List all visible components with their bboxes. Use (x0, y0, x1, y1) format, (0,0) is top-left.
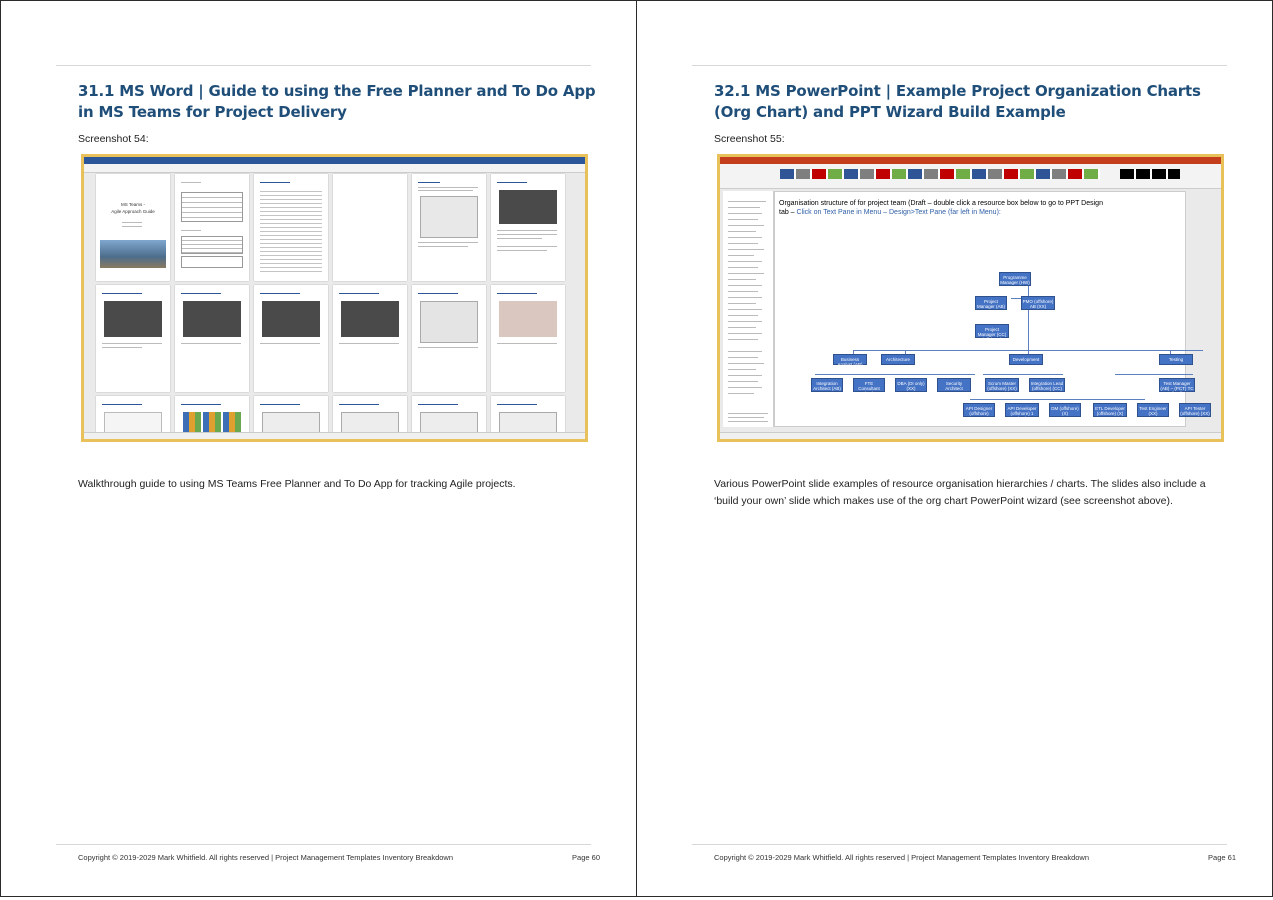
page-60: 31.1 MS Word | Guide to using the Free P… (0, 0, 637, 897)
page-61: 32.1 MS PowerPoint | Example Project Org… (636, 0, 1273, 897)
doc-page-thumbnail (491, 174, 565, 281)
footer-copyright: Copyright © 2019-2029 Mark Whitfield. Al… (714, 853, 1090, 862)
org-box-security-architect[interactable]: Security Architect Assessment (PT) (937, 378, 971, 401)
footer-copyright: Copyright © 2019-2029 Mark Whitfield. Al… (78, 853, 454, 862)
org-box-project-manager[interactable]: Project Manager (AB) (975, 296, 1007, 310)
doc-page-thumbnail (412, 285, 486, 392)
org-box-dba[interactable]: DBA (DI only) (XX) (895, 378, 927, 392)
section-description: Walkthrough guide to using MS Teams Free… (78, 478, 516, 490)
section-heading: 32.1 MS PowerPoint | Example Project Org… (714, 82, 1201, 121)
section-description: Various PowerPoint slide examples of res… (714, 478, 1206, 507)
slide-canvas: Organisation structure of for project te… (774, 191, 1211, 427)
screenshot-caption: Screenshot 55: (714, 133, 785, 145)
org-box-test-manager[interactable]: Test Manager (AB) – (PCT) TC (lead) (1159, 378, 1195, 396)
org-box-architecture[interactable]: Architecture (881, 354, 915, 365)
doc-page-thumbnail (333, 174, 407, 281)
word-ribbon (84, 164, 585, 173)
org-box-project-manager-cc[interactable]: Project Manager (CC) (offshore) (975, 324, 1009, 342)
ppt-ribbon (720, 164, 1221, 189)
doc-page-thumbnail (175, 285, 249, 392)
org-box-api-tester[interactable]: API Tester (offshore) (XX) (1179, 403, 1211, 417)
org-box-integration-architect[interactable]: Integration Architect (AB) (811, 378, 843, 392)
org-box-api-developer[interactable]: API Developer (offshore) 1 (XX) (1005, 403, 1039, 421)
screenshot-caption: Screenshot 54: (78, 133, 149, 145)
word-screenshot: MS Teams - Agile Approach Guide (81, 154, 588, 442)
cover-title: MS Teams - (121, 202, 145, 207)
org-box-dm-developer[interactable]: DM (offshore) (X) (1049, 403, 1081, 417)
cover-subtitle: Agile Approach Guide (111, 209, 155, 214)
slide-text-line-2: tab – (779, 209, 797, 216)
org-box-fte-consultant[interactable]: FTE Consultant (PT) (853, 378, 885, 396)
page-number: Page 61 (1208, 853, 1236, 862)
doc-page-thumbnail (96, 285, 170, 392)
doc-page-thumbnail (175, 174, 249, 281)
doc-page-thumbnail (333, 285, 407, 392)
org-box-testing[interactable]: Testing (1159, 354, 1193, 365)
org-box-scrum-master[interactable]: Scrum Master (offshore) (XX) (985, 378, 1019, 392)
page-number: Page 60 (572, 853, 600, 862)
doc-page-thumbnail (254, 285, 328, 392)
powerpoint-screenshot: Organisation structure of for project te… (717, 154, 1224, 442)
org-box-pmo[interactable]: PMO (offshore) AB (XX) (1021, 296, 1055, 310)
doc-page-thumbnail (254, 174, 328, 281)
org-box-test-engineer[interactable]: Test Engineer (XX) (1137, 403, 1169, 417)
word-statusbar (84, 432, 585, 439)
word-titlebar (84, 157, 585, 164)
ppt-titlebar (720, 157, 1221, 164)
slide-text-line-1: Organisation structure of for project te… (779, 200, 1103, 207)
org-box-programme-manager[interactable]: Programme Manager (HW) (999, 272, 1031, 286)
slide-link: Click on Text Pane in Menu – Design>Text… (796, 209, 1001, 216)
doc-page-thumbnail: MS Teams - Agile Approach Guide (96, 174, 170, 281)
document-spread: 31.1 MS Word | Guide to using the Free P… (0, 0, 1273, 900)
org-box-api-designer[interactable]: API Designer (offshore) (963, 403, 995, 417)
org-box-integration-lead[interactable]: Integration Lead (offshore) (CC) (1029, 378, 1065, 392)
footer-rule (692, 844, 1227, 845)
slide-instructions: Organisation structure of for project te… (779, 199, 1139, 217)
org-box-development[interactable]: Development (1009, 354, 1043, 365)
header-rule (692, 65, 1227, 66)
doc-page-thumbnail (491, 285, 565, 392)
org-box-etl-developer[interactable]: ETL Developer (offshore) (X) (1093, 403, 1127, 417)
text-pane (723, 191, 774, 427)
ppt-statusbar (720, 432, 1221, 439)
header-rule (56, 65, 591, 66)
doc-page-thumbnail (412, 174, 486, 281)
section-heading: 31.1 MS Word | Guide to using the Free P… (78, 82, 596, 121)
org-box-business-analyst[interactable]: Business Analyst (AB) (833, 354, 867, 367)
footer-rule (56, 844, 591, 845)
